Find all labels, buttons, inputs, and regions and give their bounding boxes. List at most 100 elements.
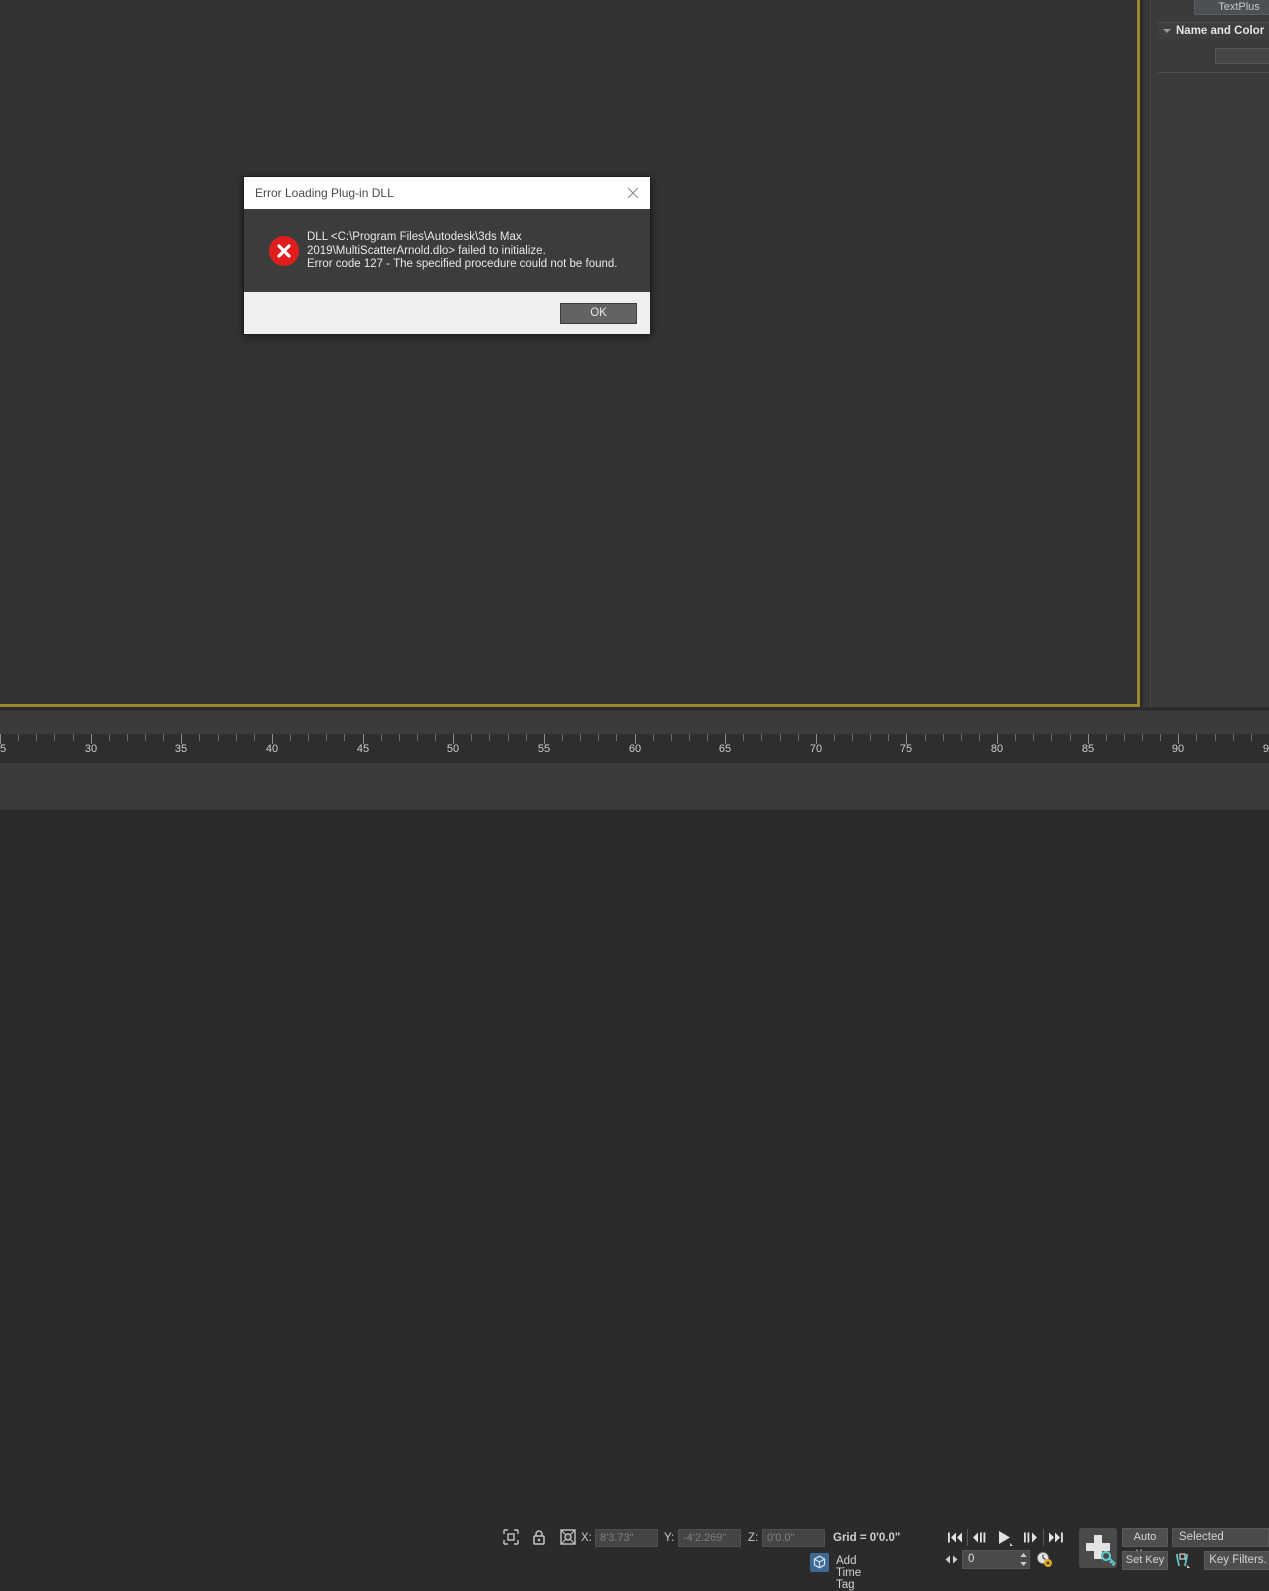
time-ruler[interactable]: 25 30 35 40 45 50 55 60 65 70 75 80 85 90 95 xyxy=(0,734,1269,762)
ruler-tick-label: 35 xyxy=(174,743,188,755)
ruler-minor-tick xyxy=(145,734,146,741)
time-configuration-icon[interactable] xyxy=(1036,1551,1053,1568)
ruler-tick-label: 80 xyxy=(990,743,1004,755)
dialog-title: Error Loading Plug-in DLL xyxy=(255,186,394,200)
rollout-header-name-and-color[interactable]: Name and Color xyxy=(1158,22,1269,39)
next-frame-icon[interactable] xyxy=(1020,1527,1042,1548)
ruler-minor-tick xyxy=(653,734,654,741)
cube-icon xyxy=(810,1553,829,1572)
ruler-minor-tick xyxy=(36,734,37,741)
object-name-input[interactable] xyxy=(1215,48,1269,64)
ruler-minor-tick xyxy=(326,734,327,741)
ruler-tick-label: 30 xyxy=(84,743,98,755)
ruler-minor-tick xyxy=(834,734,835,741)
track-bar[interactable] xyxy=(0,710,1269,735)
error-x-icon xyxy=(269,236,299,266)
ruler-minor-tick xyxy=(743,734,744,741)
ruler-minor-tick xyxy=(961,734,962,741)
ruler-minor-tick xyxy=(508,734,509,741)
ruler-minor-tick xyxy=(417,734,418,741)
ruler-tick-label: 60 xyxy=(628,743,642,755)
ruler-minor-tick xyxy=(308,734,309,741)
selection-region-icon[interactable] xyxy=(502,1528,520,1551)
go-to-start-icon[interactable] xyxy=(944,1527,966,1548)
ruler-minor-tick xyxy=(435,734,436,741)
ruler-minor-tick xyxy=(598,734,599,741)
ruler-minor-tick xyxy=(1196,734,1197,741)
dialog-body: DLL <C:\Program Files\Autodesk\3ds Max 2… xyxy=(244,209,650,292)
ruler-tick-label: 25 xyxy=(0,743,7,755)
transform-type-in-icon-group xyxy=(502,1528,583,1551)
close-icon[interactable] xyxy=(622,183,644,203)
ruler-minor-tick xyxy=(471,734,472,741)
ruler-minor-tick xyxy=(381,734,382,741)
ruler-minor-tick xyxy=(852,734,853,741)
ruler-tick-label: 75 xyxy=(899,743,913,755)
key-filters-button[interactable]: Key Filters. xyxy=(1204,1551,1269,1570)
ruler-minor-tick xyxy=(1251,734,1252,741)
command-panel-inner: TextPlus Name and Color xyxy=(1150,0,1269,707)
ruler-tick-label: 70 xyxy=(809,743,823,755)
key-mode-toggle-icon[interactable] xyxy=(944,1552,959,1570)
ruler-minor-tick xyxy=(888,734,889,741)
x-coord-input[interactable]: 8'3.73" xyxy=(595,1529,658,1547)
textplus-button[interactable]: TextPlus xyxy=(1194,0,1269,15)
ruler-minor-tick xyxy=(1015,734,1016,741)
ruler-minor-tick xyxy=(1106,734,1107,741)
ok-button[interactable]: OK xyxy=(560,303,637,324)
grid-size-label: Grid = 0'0.0" xyxy=(833,1532,901,1544)
playback-controls xyxy=(944,1527,1066,1548)
ruler-minor-tick xyxy=(671,734,672,741)
ruler-tick-label: 50 xyxy=(446,743,460,755)
ruler-minor-tick xyxy=(1124,734,1125,741)
ruler-minor-tick xyxy=(254,734,255,741)
set-key-button[interactable]: Set Key xyxy=(1122,1551,1168,1570)
add-time-tag-label: Add Time Tag xyxy=(836,1555,862,1591)
y-coord-label: Y: xyxy=(664,1532,675,1544)
ruler-minor-tick xyxy=(580,734,581,741)
ruler-minor-tick xyxy=(780,734,781,741)
chevron-down-icon xyxy=(1163,29,1171,33)
rollout-body-name-and-color xyxy=(1158,39,1269,73)
status-bar: X: 8'3.73" Y: -4'2.269" Z: 0'0.0" Grid =… xyxy=(0,762,1269,1591)
error-dialog: Error Loading Plug-in DLL DLL <C:\Progra… xyxy=(243,176,651,334)
play-icon[interactable] xyxy=(993,1527,1019,1548)
ruler-minor-tick xyxy=(163,734,164,741)
key-selection-dropdown[interactable]: Selected xyxy=(1172,1528,1269,1547)
ruler-minor-tick xyxy=(290,734,291,741)
ruler-minor-tick xyxy=(399,734,400,741)
lock-selection-icon[interactable] xyxy=(530,1528,548,1551)
ruler-minor-tick xyxy=(489,734,490,741)
ruler-tick-label: 40 xyxy=(265,743,279,755)
ruler-minor-tick xyxy=(73,734,74,741)
ruler-minor-tick xyxy=(344,734,345,741)
absolute-relative-transform-icon[interactable] xyxy=(559,1528,577,1551)
ruler-minor-tick xyxy=(18,734,19,741)
ruler-minor-tick xyxy=(943,734,944,741)
ruler-minor-tick xyxy=(761,734,762,741)
ruler-minor-tick xyxy=(689,734,690,741)
ruler-minor-tick xyxy=(870,734,871,741)
ruler-minor-tick xyxy=(562,734,563,741)
ruler-minor-tick xyxy=(199,734,200,741)
ruler-tick-label: 90 xyxy=(1171,743,1185,755)
dialog-title-bar: Error Loading Plug-in DLL xyxy=(244,177,650,209)
x-coord-label: X: xyxy=(581,1532,592,1544)
ruler-minor-tick xyxy=(979,734,980,741)
previous-frame-icon[interactable] xyxy=(969,1527,991,1548)
set-keys-button[interactable] xyxy=(1079,1528,1117,1568)
spinner-icon[interactable] xyxy=(1018,1551,1029,1568)
go-to-end-icon[interactable] xyxy=(1045,1527,1067,1548)
viewport[interactable] xyxy=(0,0,1140,707)
ruler-minor-tick xyxy=(218,734,219,741)
ruler-minor-tick xyxy=(1033,734,1034,741)
key-filters-icon[interactable] xyxy=(1174,1551,1196,1570)
ruler-minor-tick xyxy=(925,734,926,741)
rollout-title: Name and Color xyxy=(1176,25,1265,37)
z-coord-input[interactable]: 0'0.0" xyxy=(762,1529,825,1547)
dialog-footer: OK xyxy=(244,292,650,334)
ruler-minor-tick xyxy=(236,734,237,741)
y-coord-input[interactable]: -4'2.269" xyxy=(678,1529,741,1547)
auto-key-button[interactable]: Auto Key xyxy=(1122,1528,1168,1560)
ruler-minor-tick xyxy=(526,734,527,741)
